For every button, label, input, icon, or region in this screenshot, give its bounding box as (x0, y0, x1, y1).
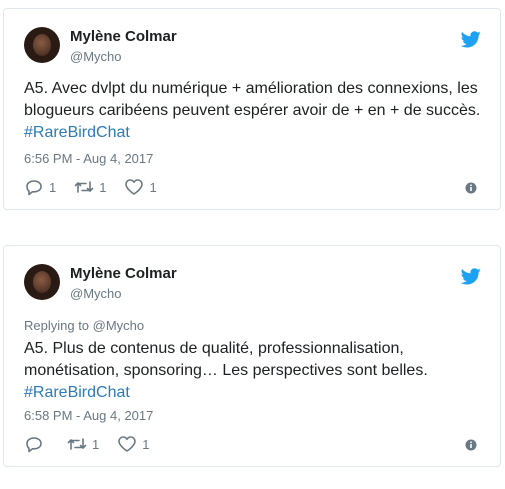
info-icon[interactable] (465, 182, 477, 194)
tweet-card[interactable]: Mylène Colmar @Mycho A5. Avec dvlpt du n… (3, 8, 501, 210)
timestamp-link[interactable]: 6:58 PM - Aug 4, 2017 (24, 408, 153, 423)
reply-count: 1 (49, 179, 57, 195)
twitter-bird-icon[interactable] (461, 268, 481, 285)
author-name[interactable]: Mylène Colmar (70, 28, 177, 45)
like-button[interactable]: 1 (124, 178, 157, 196)
reply-icon (26, 437, 42, 453)
tweet-text-body: A5. Plus de contenus de qualité, profess… (24, 340, 428, 379)
hashtag-link[interactable]: #RareBirdChat (24, 124, 130, 141)
retweet-icon (67, 438, 87, 450)
avatar[interactable] (24, 27, 60, 63)
reply-button[interactable]: 1 (24, 178, 56, 196)
avatar[interactable] (24, 264, 60, 300)
heart-icon (118, 436, 137, 452)
like-button[interactable]: 1 (117, 435, 149, 453)
reply-button[interactable] (24, 435, 49, 453)
retweet-count: 1 (92, 436, 100, 452)
tweet-actions: 1 1 1 (24, 177, 175, 197)
hashtag-link[interactable]: #RareBirdChat (24, 384, 130, 401)
replying-to-label[interactable]: Replying to @Mycho (24, 318, 144, 333)
heart-icon (125, 179, 144, 195)
author-name[interactable]: Mylène Colmar (70, 265, 177, 282)
author-handle[interactable]: @Mycho (70, 49, 122, 64)
info-icon[interactable] (465, 439, 477, 451)
twitter-bird-icon[interactable] (461, 31, 481, 48)
retweet-count: 1 (99, 179, 107, 195)
tweet-card[interactable]: Mylène Colmar @Mycho Replying to @Mycho … (3, 245, 501, 467)
tweet-text: A5. Plus de contenus de qualité, profess… (24, 338, 484, 404)
reply-icon (26, 180, 42, 196)
tweet-text-body: A5. Avec dvlpt du numérique + améliorati… (24, 80, 481, 119)
author-handle[interactable]: @Mycho (70, 286, 122, 301)
retweet-button[interactable]: 1 (74, 178, 106, 196)
tweet-text: A5. Avec dvlpt du numérique + améliorati… (24, 78, 484, 144)
tweet-actions: 1 1 (24, 434, 167, 454)
retweet-button[interactable]: 1 (67, 435, 99, 453)
like-count: 1 (149, 179, 157, 195)
timestamp-link[interactable]: 6:56 PM - Aug 4, 2017 (24, 151, 153, 166)
retweet-icon (74, 181, 94, 193)
like-count: 1 (142, 436, 150, 452)
